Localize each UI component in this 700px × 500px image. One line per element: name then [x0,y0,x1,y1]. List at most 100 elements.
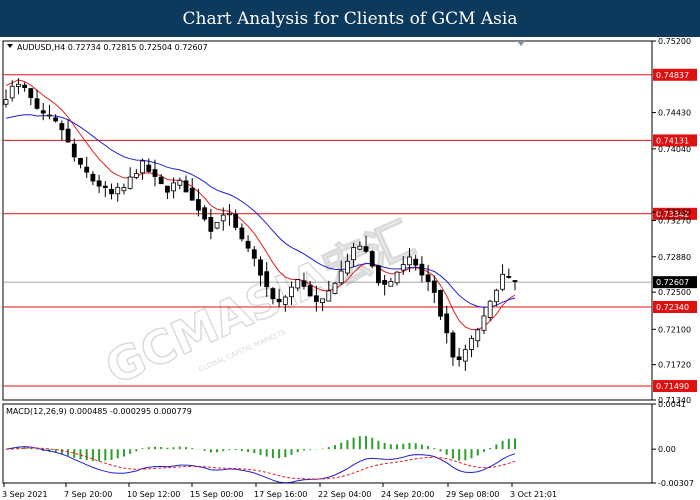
candle-bear [264,271,270,288]
candle-bear [276,298,282,303]
candle-bear [158,176,164,185]
candle-bear [28,88,34,98]
candle-bull [475,329,481,342]
level-label: 0.74837 [656,71,689,80]
candle-bull [338,270,344,284]
candle-bear [301,280,307,287]
price-tick-label: 0.75200 [658,37,691,46]
time-tick-label: 15 Sep 00:00 [190,490,243,499]
candle-bear [313,295,319,302]
candle-bear [233,213,239,228]
candle-bear [450,332,456,358]
candle-bull [227,213,232,216]
time-tick-label: 17 Sep 16:00 [254,490,307,499]
candle-bear [506,276,512,278]
candle-bear [59,123,65,131]
candle-bull [127,176,133,189]
candle-bull [481,315,487,331]
candle-bull [171,182,176,192]
candle-bull [326,290,332,302]
candle-bear [444,313,450,334]
candle-bull [388,281,394,287]
candle-bear [189,187,195,201]
candle-bear [307,285,313,297]
candle-bear [419,263,425,276]
candle-bull [177,179,183,186]
candle-bear [512,280,518,282]
candle-bear [438,289,443,317]
candle-bear [369,251,375,267]
candle-bull [214,221,220,229]
candle-bull [115,186,121,195]
chart-info: AUDUSD,H4 0.72734 0.72815 0.72504 0.7260… [7,43,208,52]
candle-bull [357,245,363,250]
candle-bear [258,259,263,276]
candle-bear [65,128,71,143]
time-tick-label: 3 Oct 21:01 [510,490,557,499]
time-tick-label: 22 Sep 04:00 [318,490,371,499]
candle-bear [425,274,431,282]
candle-bull [394,271,400,284]
candle-bear [22,84,28,88]
candle-bull [493,289,499,303]
macd-label: MACD(12,26,9) 0.000485 -0.000295 0.00077… [6,407,192,416]
candle-bear [40,110,46,114]
candle-bull [295,279,301,289]
candle-bear [96,180,102,187]
candle-bull [9,85,15,99]
time-tick-label: 3 Sep 2021 [2,490,48,499]
candle-bull [16,83,21,87]
candle-bull [220,214,226,222]
candle-bear [270,288,276,300]
candle-bear [196,199,201,211]
current-price-label: 0.72607 [656,278,689,287]
candle-bear [34,98,40,109]
candle-bull [469,337,474,350]
candle-bear [183,180,189,193]
candle-bear [109,188,114,195]
candle-bear [413,258,419,266]
price-axis: 0.752000.744300.740400.733600.732700.728… [652,37,691,405]
page-title: Chart Analysis for Clients of GCM Asia [0,0,700,37]
time-tick-label: 10 Sep 12:00 [127,490,180,499]
candle-bull [121,187,127,192]
candle-bear [90,173,96,182]
price-tick-label: 0.71720 [658,361,691,370]
candle-bear [431,280,437,293]
candle-bull [345,260,350,274]
candle-bull [282,296,288,305]
price-tick-label: 0.72100 [658,325,691,334]
candle-bear [78,157,83,165]
candle-bear [382,280,388,285]
candle-bull [500,273,505,290]
price-tick-label: 0.72500 [658,288,691,297]
level-label: 0.71490 [656,382,689,391]
candle-bear [239,227,245,240]
price-tick-label: 0.72880 [658,253,691,262]
candle-bull [289,286,294,298]
candle-bear [202,207,208,220]
candle-bear [456,356,462,360]
candle-bull [140,160,145,174]
candle-bull [351,247,357,261]
time-tick-label: 29 Sep 08:00 [446,490,499,499]
price-tick-label: 0.73270 [658,217,691,226]
candle-bear [245,240,251,249]
candle-bull [332,282,338,294]
candle-bull [133,173,139,178]
price-tick-label: 0.74430 [658,109,691,118]
candle-bull [487,300,493,318]
candle-bear [251,249,257,259]
candle-bear [164,185,170,193]
candle-bull [3,99,9,105]
candle-bear [102,185,108,188]
macd-tick-label: 0.00 [658,445,676,454]
candle-bear [376,265,381,284]
price-chart: GCMASIA宏汇GLOBAL CAPITAL MARKETS 0.748370… [2,37,697,499]
symbol-info: AUDUSD,H4 0.72734 0.72815 0.72504 0.7260… [17,43,208,52]
candle-bull [462,349,468,362]
candle-bull [320,298,325,304]
candle-bear [152,169,158,177]
candle-bear [146,164,152,172]
time-tick-label: 7 Sep 20:00 [64,490,112,499]
